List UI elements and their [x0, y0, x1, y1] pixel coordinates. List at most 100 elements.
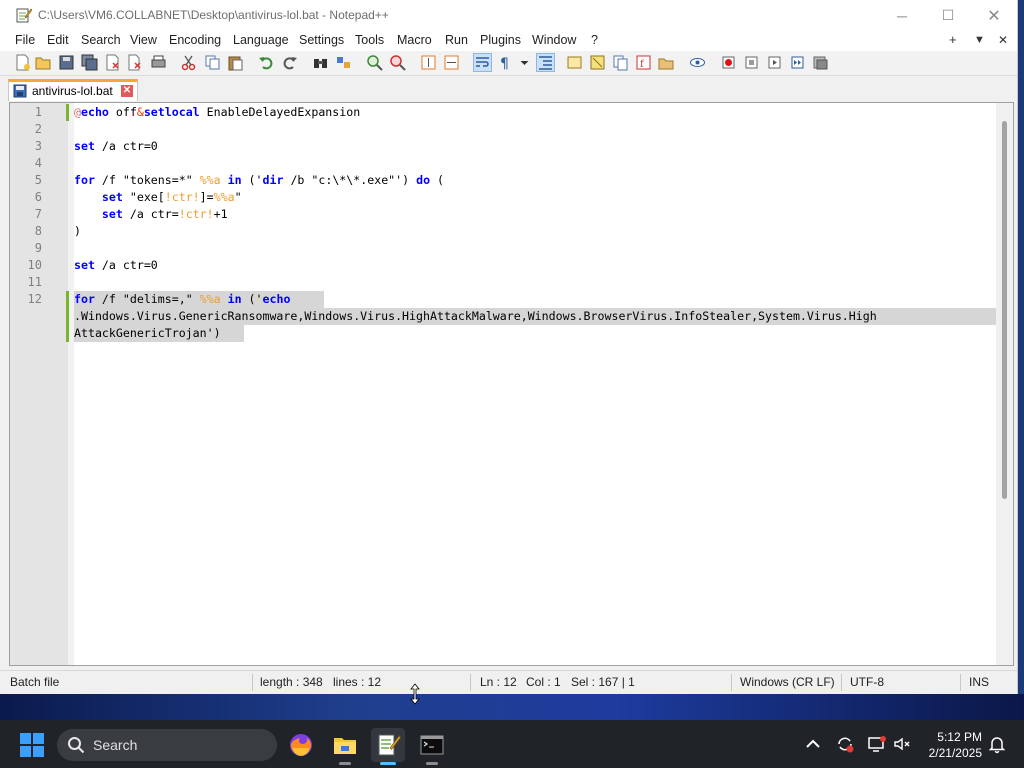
tray-volume[interactable]: [892, 734, 912, 754]
function-list-button[interactable]: f: [635, 54, 652, 71]
menu-file[interactable]: File: [15, 33, 35, 47]
save-button[interactable]: [58, 54, 75, 71]
minimize-button[interactable]: ─: [879, 0, 925, 31]
macro-stop-button[interactable]: [743, 54, 760, 71]
close-file-button[interactable]: [104, 54, 121, 71]
code-wrapped-line[interactable]: .Windows.Virus.GenericRansomware,Windows…: [74, 308, 998, 325]
code-line[interactable]: @echo off&setlocal EnableDelayedExpansio…: [74, 104, 998, 121]
taskbar-file-explorer[interactable]: [328, 728, 362, 765]
code-line[interactable]: for /f "delims=," %%a in ('echo: [74, 291, 324, 308]
tray-sync[interactable]: [835, 734, 855, 754]
close-document-button[interactable]: ✕: [998, 33, 1008, 47]
zoom-in-button[interactable]: [366, 54, 383, 71]
sync-horizontal-button[interactable]: [443, 54, 460, 71]
stop-icon: [745, 56, 758, 69]
firefox-icon: [290, 734, 312, 756]
open-file-button[interactable]: [35, 54, 52, 71]
menu-run[interactable]: Run: [445, 33, 468, 47]
vertical-scrollbar[interactable]: [996, 103, 1013, 665]
status-insert-mode[interactable]: INS: [969, 675, 989, 689]
code-line[interactable]: set /a ctr=!ctr!+1: [74, 206, 998, 223]
user-language-button[interactable]: [566, 54, 583, 71]
print-button[interactable]: [150, 54, 167, 71]
copy-button[interactable]: [204, 54, 221, 71]
code-line[interactable]: [74, 155, 998, 172]
replace-button[interactable]: [335, 54, 352, 71]
menu-edit[interactable]: Edit: [47, 33, 69, 47]
macro-save-button[interactable]: [812, 54, 829, 71]
macro-record-button[interactable]: [720, 54, 737, 71]
code-text-area[interactable]: @echo off&setlocal EnableDelayedExpansio…: [66, 103, 998, 665]
code-line[interactable]: set /a ctr=0: [74, 257, 998, 274]
status-eol-format[interactable]: Windows (CR LF): [740, 675, 835, 689]
close-all-button[interactable]: [127, 54, 144, 71]
code-wrapped-line[interactable]: AttackGenericTrojan'): [74, 325, 244, 342]
indent-guide-button[interactable]: [536, 53, 555, 72]
menu-encoding[interactable]: Encoding: [169, 33, 221, 47]
line-number: 3: [34, 139, 42, 153]
code-line[interactable]: [74, 121, 998, 138]
menu-search[interactable]: Search: [81, 33, 121, 47]
pilcrow-icon: ¶: [500, 56, 509, 71]
show-all-characters-button[interactable]: ¶: [497, 54, 514, 71]
new-file-button[interactable]: [14, 54, 31, 71]
show-symbols-dropdown[interactable]: [516, 54, 529, 71]
menu-macro[interactable]: Macro: [397, 33, 432, 47]
notifications-button[interactable]: [987, 734, 1007, 754]
show-hidden-icons-button[interactable]: [803, 734, 823, 754]
menu-view[interactable]: View: [130, 33, 157, 47]
windows-start-button[interactable]: [20, 733, 44, 757]
redo-button[interactable]: [281, 54, 298, 71]
find-button[interactable]: [312, 54, 329, 71]
tab-antivirus-lol[interactable]: antivirus-lol.bat ✕: [8, 79, 138, 101]
function-list-icon: f: [636, 55, 651, 70]
maximize-button[interactable]: ☐: [925, 0, 971, 31]
code-line[interactable]: for /f "tokens=*" %%a in ('dir /b "c:\*\…: [74, 172, 998, 189]
dropdown-arrow-icon: [520, 61, 529, 65]
taskbar-firefox[interactable]: [284, 728, 318, 762]
editor-pane[interactable]: 1 2 3 4 5 6 7 8 9 10 11 12 @echo off&set…: [9, 102, 1014, 666]
paste-button[interactable]: [227, 54, 244, 71]
tab-list-button[interactable]: ▼: [974, 34, 985, 46]
tab-close-icon[interactable]: ✕: [121, 85, 133, 97]
code-line[interactable]: set /a ctr=0: [74, 138, 998, 155]
line-number-gutter[interactable]: 1 2 3 4 5 6 7 8 9 10 11 12: [10, 103, 68, 665]
menu-window[interactable]: Window: [532, 33, 576, 47]
taskbar-notepadpp[interactable]: [371, 728, 405, 765]
system-clock[interactable]: 5:12 PM 2/21/2025: [922, 729, 982, 761]
status-file-type: Batch file: [10, 675, 60, 689]
code-line[interactable]: set "exe[!ctr!]=%%a": [74, 189, 998, 206]
sync-vertical-button[interactable]: [420, 54, 437, 71]
menu-tools[interactable]: Tools: [355, 33, 384, 47]
code-line[interactable]: [74, 274, 998, 291]
macro-run-multiple-button[interactable]: [789, 54, 806, 71]
zoom-out-button[interactable]: [389, 54, 406, 71]
code-token: for: [74, 292, 95, 306]
document-list-button[interactable]: [612, 54, 629, 71]
cut-button[interactable]: [180, 54, 197, 71]
folder-workspace-button[interactable]: [658, 54, 675, 71]
macro-play-button[interactable]: [766, 54, 783, 71]
code-line[interactable]: [74, 240, 998, 257]
tray-network[interactable]: [867, 734, 887, 754]
monitoring-button[interactable]: [689, 54, 706, 71]
new-tab-button[interactable]: +: [949, 32, 957, 47]
save-all-button[interactable]: [81, 54, 98, 71]
word-wrap-button[interactable]: [473, 53, 492, 72]
menu-settings[interactable]: Settings: [299, 33, 344, 47]
taskbar-search-box[interactable]: Search: [57, 729, 277, 761]
title-bar[interactable]: C:\Users\VM6.COLLABNET\Desktop\antivirus…: [0, 0, 1017, 31]
taskbar-terminal[interactable]: [415, 728, 449, 765]
document-map-button[interactable]: [589, 54, 606, 71]
code-token: set: [101, 207, 123, 221]
undo-icon: [259, 57, 273, 70]
scrollbar-thumb[interactable]: [1002, 121, 1007, 499]
status-encoding[interactable]: UTF-8: [850, 675, 884, 689]
menu-language[interactable]: Language: [233, 33, 289, 47]
code-line[interactable]: ): [74, 223, 998, 240]
clipboard-icon: [228, 56, 243, 71]
menu-plugins[interactable]: Plugins: [480, 33, 521, 47]
undo-button[interactable]: [258, 54, 275, 71]
menu-help[interactable]: ?: [591, 33, 598, 47]
close-button[interactable]: ✕: [971, 0, 1017, 31]
